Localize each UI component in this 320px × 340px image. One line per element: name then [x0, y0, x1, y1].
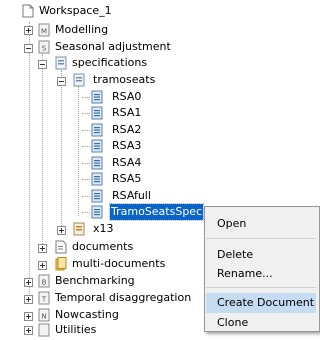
workspace-icon: [22, 4, 34, 18]
tree-item-workspace[interactable]: Workspace_1: [38, 3, 113, 19]
tree-connector: [82, 113, 90, 114]
expand-nowcasting-toggle[interactable]: [24, 312, 33, 321]
tree-guide-line: [42, 54, 43, 248]
tree-item-tramoseats[interactable]: tramoseats: [92, 72, 156, 88]
tree-item-nowcasting[interactable]: Nowcasting: [54, 307, 120, 323]
spec-file-icon: [91, 189, 103, 203]
tree-item-documents[interactable]: documents: [71, 239, 134, 255]
collapse-tramoseats-toggle[interactable]: [57, 77, 66, 86]
x13-folder-icon: [73, 222, 85, 236]
tree-connector: [82, 130, 90, 131]
tree-connector: [82, 212, 90, 213]
multi-documents-icon: [55, 257, 67, 271]
menu-item-clone[interactable]: Clone: [206, 313, 316, 333]
tree-item-rsa1[interactable]: RSA1: [111, 105, 142, 121]
menu-separator: [206, 238, 316, 239]
expand-utilities-toggle[interactable]: [24, 326, 33, 335]
tree-item-tramoseats-spec[interactable]: TramoSeatsSpec: [108, 203, 205, 221]
tree-connector: [82, 196, 90, 197]
tree-item-rsafull[interactable]: RSAfull: [111, 188, 152, 204]
tree-item-rsa2[interactable]: RSA2: [111, 122, 142, 138]
expand-documents-toggle[interactable]: [38, 244, 47, 253]
temporal-disaggregation-icon-letter: T: [41, 296, 47, 304]
tree-guide-line: [78, 86, 79, 216]
expand-modelling-toggle[interactable]: [24, 26, 33, 35]
modelling-icon-letter: M: [41, 28, 47, 36]
utilities-icon: [38, 323, 50, 337]
expand-benchmarking-toggle[interactable]: [24, 278, 33, 287]
tree-guide-line: [29, 22, 30, 304]
menu-item-rename[interactable]: Rename...: [206, 264, 316, 284]
seasonal-adjustment-icon-letter: S: [42, 45, 47, 53]
tree-connector: [82, 146, 90, 147]
tree-connector: [82, 97, 90, 98]
tree-item-seasonal-adjustment[interactable]: Seasonal adjustment: [54, 39, 172, 55]
spec-file-icon: [91, 156, 103, 170]
spec-file-icon: [91, 172, 103, 186]
menu-separator: [206, 287, 316, 288]
context-menu: Open Delete Rename... Create Document Cl…: [204, 206, 320, 332]
tree-item-benchmarking[interactable]: Benchmarking: [54, 273, 136, 289]
menu-item-open[interactable]: Open: [206, 214, 316, 234]
seasonal-adjustment-icon: S: [38, 40, 50, 54]
menu-item-delete[interactable]: Delete: [206, 245, 316, 265]
tree-item-rsa5[interactable]: RSA5: [111, 171, 142, 187]
modelling-icon: M: [38, 23, 50, 37]
spec-file-icon: [91, 123, 103, 137]
spec-file-icon: [91, 139, 103, 153]
documents-icon: [55, 240, 67, 254]
expand-temporal-disaggregation-toggle[interactable]: [24, 295, 33, 304]
tree-guide-line: [61, 70, 62, 232]
tree-item-rsa3[interactable]: RSA3: [111, 138, 142, 154]
tree-item-multi-documents[interactable]: multi-documents: [71, 256, 166, 272]
tree-item-modelling[interactable]: Modelling: [54, 22, 109, 38]
specifications-folder-icon: [55, 56, 67, 70]
tree-item-x13[interactable]: x13: [92, 221, 115, 237]
benchmarking-icon: B: [38, 274, 50, 288]
nowcasting-icon-letter: N: [41, 313, 46, 321]
tree-item-utilities[interactable]: Utilities: [54, 322, 97, 338]
tree-item-rsa0[interactable]: RSA0: [111, 89, 142, 105]
nowcasting-icon: N: [38, 308, 50, 322]
spec-file-icon: [91, 106, 103, 120]
tree-connector: [82, 179, 90, 180]
temporal-disaggregation-icon: T: [38, 291, 50, 305]
tree-item-rsa4[interactable]: RSA4: [111, 155, 142, 171]
tramoseats-folder-icon: [73, 73, 85, 87]
collapse-seasonal-adjustment-toggle[interactable]: [24, 44, 33, 53]
tree-item-temporal-disaggregation[interactable]: Temporal disaggregation: [54, 290, 192, 306]
menu-item-create-document[interactable]: Create Document: [206, 293, 316, 313]
spec-file-icon: [91, 90, 103, 104]
tree-item-specifications[interactable]: specifications: [71, 55, 148, 71]
collapse-specifications-toggle[interactable]: [38, 60, 47, 69]
expand-multi-documents-toggle[interactable]: [38, 261, 47, 270]
benchmarking-icon-letter: B: [42, 279, 47, 287]
expand-x13-toggle[interactable]: [57, 226, 66, 235]
spec-file-icon: [91, 205, 103, 219]
tree-connector: [82, 163, 90, 164]
